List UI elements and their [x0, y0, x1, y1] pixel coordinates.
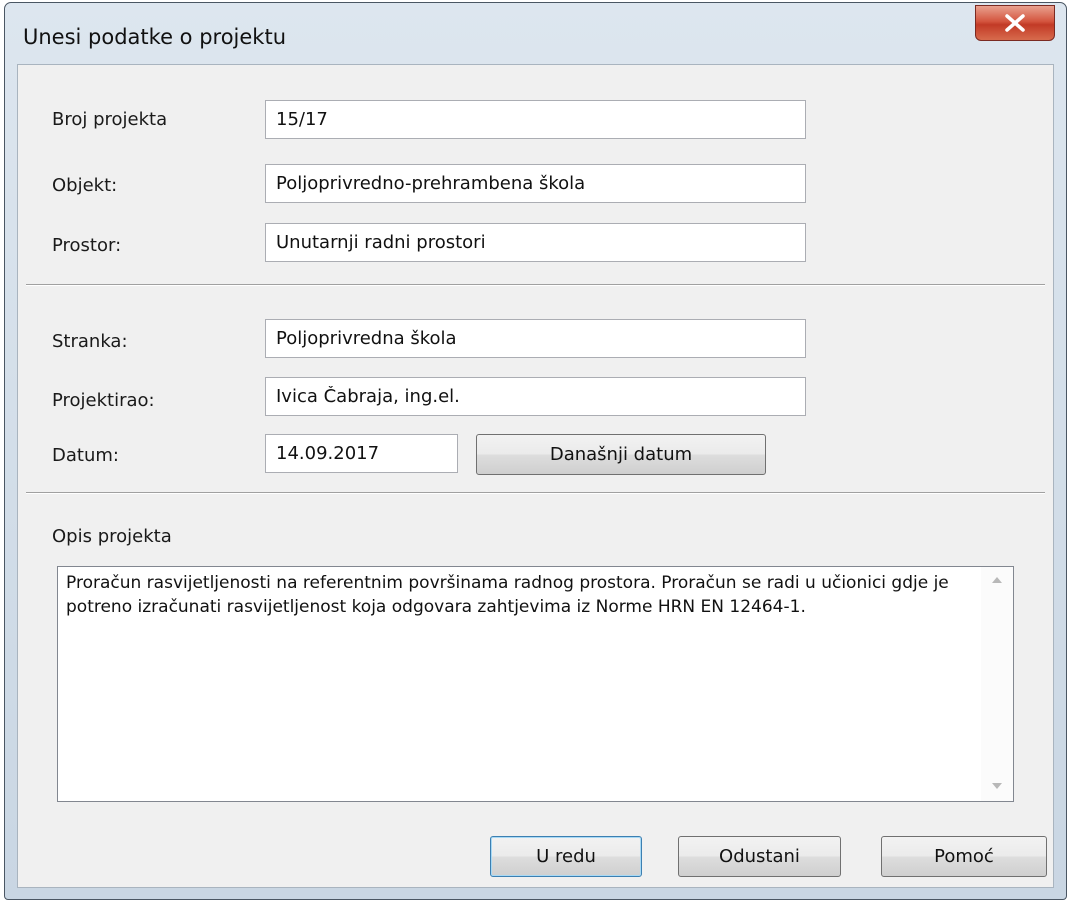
dialog-content: Broj projekta Objekt: Prostor: Stranka: … — [17, 64, 1054, 888]
broj-projekta-input[interactable] — [265, 100, 806, 139]
scroll-down-button[interactable] — [981, 773, 1013, 801]
dialog-window: Unesi podatke o projektu Broj projekta O… — [4, 2, 1067, 900]
projektirao-input[interactable] — [265, 377, 806, 416]
label-stranka: Stranka: — [52, 331, 128, 352]
label-objekt: Objekt: — [52, 175, 118, 196]
label-projektirao: Projektirao: — [52, 390, 155, 411]
prostor-input[interactable] — [265, 223, 806, 262]
label-datum: Datum: — [52, 445, 119, 466]
stranka-input[interactable] — [265, 319, 806, 358]
window-title: Unesi podatke o projektu — [23, 25, 287, 49]
close-icon — [1005, 14, 1025, 32]
close-button[interactable] — [975, 5, 1055, 41]
description-scrollbar[interactable] — [981, 567, 1013, 801]
title-bar[interactable]: Unesi podatke o projektu — [5, 3, 1066, 61]
project-description-text: Proračun rasvijetljenosti na referentnim… — [66, 573, 949, 617]
label-opis-projekta: Opis projekta — [52, 526, 172, 547]
label-broj-projekta: Broj projekta — [52, 109, 168, 130]
scroll-up-button[interactable] — [981, 567, 1013, 595]
separator-2 — [26, 492, 1045, 494]
today-date-button[interactable]: Današnji datum — [476, 434, 766, 475]
objekt-input[interactable] — [265, 164, 806, 203]
project-description-textarea[interactable]: Proračun rasvijetljenosti na referentnim… — [57, 566, 1014, 802]
scroll-up-arrow-icon — [992, 577, 1002, 583]
datum-input[interactable] — [265, 434, 458, 473]
scroll-down-arrow-icon — [992, 783, 1002, 789]
help-button[interactable]: Pomoć — [881, 836, 1047, 877]
label-prostor: Prostor: — [52, 235, 122, 256]
cancel-button[interactable]: Odustani — [678, 836, 841, 877]
separator-1 — [26, 284, 1045, 286]
ok-button[interactable]: U redu — [490, 836, 642, 877]
